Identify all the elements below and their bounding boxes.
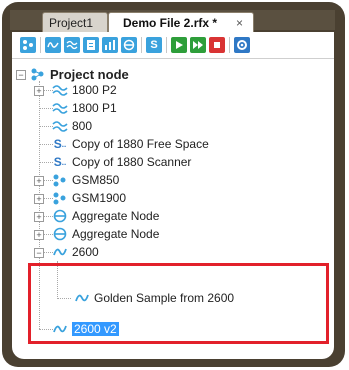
tree-item-label: 1800 P2: [72, 83, 117, 97]
tree-item-label: Aggregate Node: [72, 209, 160, 223]
tree-item-label: Aggregate Node: [72, 227, 160, 241]
tree-item-1800-p1[interactable]: 1800 P1: [52, 99, 117, 117]
tree-connector: [39, 108, 53, 109]
multi-wave-icon: [52, 101, 68, 115]
tree-item-1800-p2[interactable]: 1800 P2: [52, 81, 117, 99]
network-icon: [52, 191, 68, 205]
tree-item-aggregate-node[interactable]: Aggregate Node: [52, 207, 159, 225]
scanner-s-icon: S..: [53, 155, 67, 169]
toolbar-separator: [229, 37, 230, 53]
tree-connector: [39, 126, 53, 127]
tree-item-aggregate-node-2[interactable]: Aggregate Node: [52, 225, 159, 243]
expand-icon[interactable]: +: [34, 86, 44, 96]
tree-connector: [39, 162, 53, 163]
wave-icon: [52, 245, 68, 259]
tree-item-gsm1900[interactable]: GSM1900: [52, 189, 126, 207]
fast-forward-icon[interactable]: [190, 37, 206, 53]
network-icon: [52, 173, 68, 187]
collapse-icon[interactable]: −: [34, 248, 44, 258]
aggregate-icon: [52, 227, 68, 241]
bars-icon[interactable]: [102, 37, 118, 53]
tree-item-copy-of-1880-scanner[interactable]: S.. Copy of 1880 Scanner: [52, 153, 192, 171]
tree-item-label: 2600: [72, 245, 99, 259]
tree-item-label: 1800 P1: [72, 101, 117, 115]
tab-label: Demo File 2.rfx *: [123, 16, 218, 30]
toolbar-separator: [141, 37, 142, 53]
expand-icon[interactable]: +: [34, 176, 44, 186]
highlight-box: [28, 263, 329, 344]
expand-icon[interactable]: +: [34, 230, 44, 240]
stop-icon[interactable]: [209, 37, 225, 53]
tree-item-copy-of-1880-free-space[interactable]: S.. Copy of 1880 Free Space: [52, 135, 209, 153]
aggregate-icon[interactable]: [121, 37, 137, 53]
tab-demo-file-2[interactable]: Demo File 2.rfx * ×: [108, 12, 254, 32]
scanner-icon[interactable]: S: [146, 37, 162, 53]
toolbar: S: [12, 32, 334, 59]
play-icon[interactable]: [171, 37, 187, 53]
tree-item-label: 800: [72, 119, 93, 133]
project-node-icon: [30, 67, 46, 81]
tree-item-800[interactable]: 800: [52, 117, 92, 135]
tree-item-label: GSM850: [72, 173, 120, 187]
tree-item-label: Copy of 1880 Scanner: [72, 155, 192, 169]
tree-item-label: Copy of 1880 Free Space: [72, 137, 209, 151]
collapse-icon[interactable]: −: [16, 70, 26, 80]
tree-item-label: Project node: [50, 66, 129, 82]
multi-wave-icon[interactable]: [64, 37, 80, 53]
toolbar-separator: [166, 37, 167, 53]
tree-item-2600[interactable]: 2600: [52, 243, 99, 261]
tab-label: Project1: [49, 16, 94, 30]
expand-icon[interactable]: +: [34, 212, 44, 222]
scanner-s-icon: S..: [53, 137, 67, 151]
multi-wave-icon: [52, 119, 68, 133]
aggregate-icon: [52, 209, 68, 223]
wave-icon[interactable]: [45, 37, 61, 53]
multi-wave-icon: [52, 83, 68, 97]
tree-connector: [39, 144, 53, 145]
expand-icon[interactable]: +: [34, 194, 44, 204]
document-icon[interactable]: [83, 37, 99, 53]
toolbar-separator: [40, 37, 41, 53]
close-icon[interactable]: ×: [236, 13, 243, 33]
tree-item-gsm850[interactable]: GSM850: [52, 171, 119, 189]
tree-item-label: GSM1900: [72, 191, 127, 205]
network-icon[interactable]: [20, 37, 36, 53]
tab-project1[interactable]: Project1: [42, 12, 108, 32]
settings-icon[interactable]: [234, 37, 250, 53]
